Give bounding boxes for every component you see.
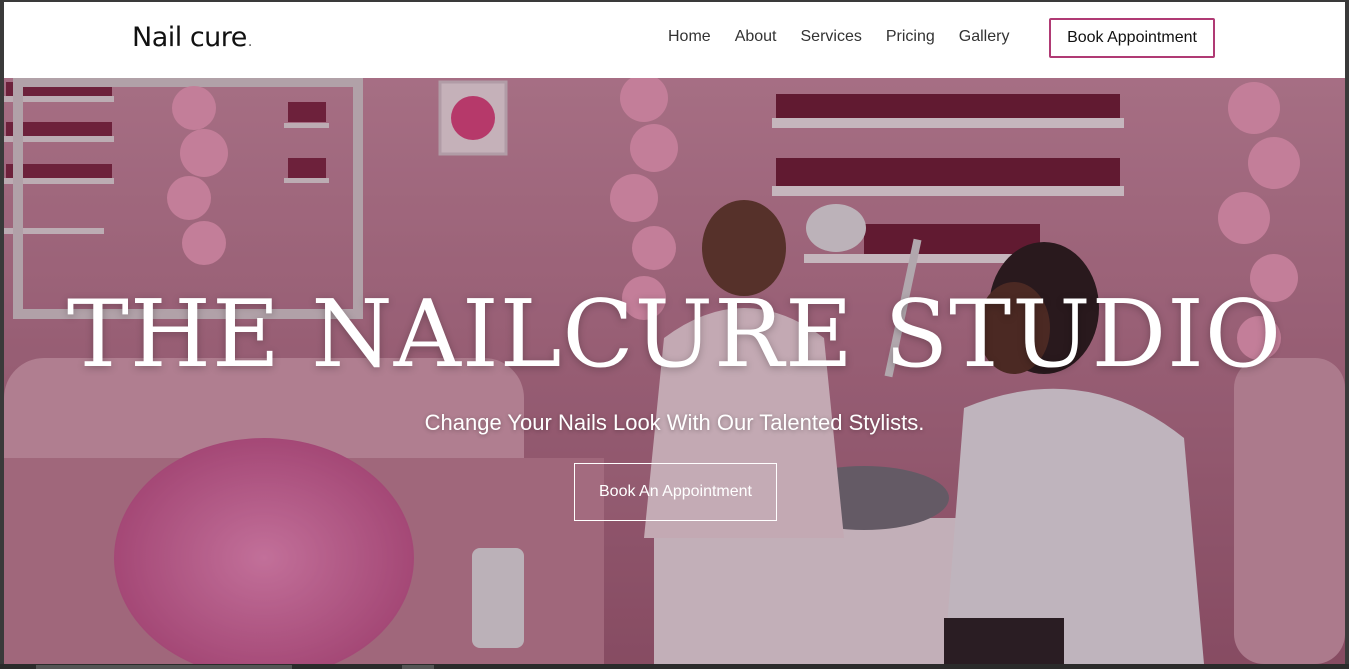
hero-title: THE NAILCURE STUDIO [66,280,1283,388]
nav-pricing[interactable]: Pricing [886,28,935,46]
nav-gallery[interactable]: Gallery [959,28,1010,46]
nav-about[interactable]: About [735,28,777,46]
book-appointment-button[interactable]: Book Appointment [1049,18,1215,58]
main-nav: Home About Services Pricing Gallery [668,28,1033,46]
logo[interactable]: Nail cure. [132,22,252,53]
nav-services[interactable]: Services [801,28,862,46]
hero-section: THE NAILCURE STUDIO Change Your Nails Lo… [4,78,1345,664]
window-bottom-edge [0,664,1349,669]
logo-text: Nail cure [132,22,247,53]
page-frame: Nail cure. Home About Services Pricing G… [4,2,1345,664]
bottom-segment [36,665,292,669]
hero-subtitle: Change Your Nails Look With Our Talented… [424,410,925,435]
book-an-appointment-button[interactable]: Book An Appointment [574,463,777,521]
nav-home[interactable]: Home [668,28,711,46]
bottom-segment [402,665,434,669]
logo-dot: . [247,34,252,50]
site-header: Nail cure. Home About Services Pricing G… [4,2,1345,78]
